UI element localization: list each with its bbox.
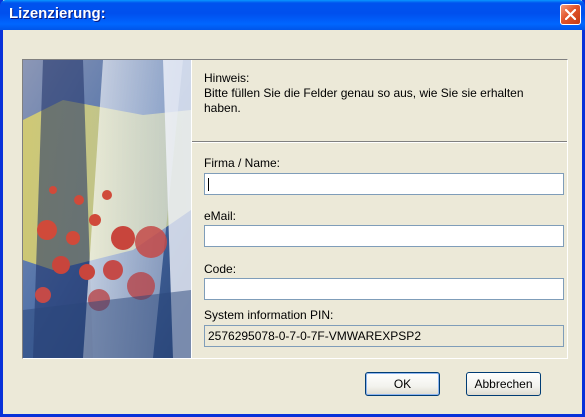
note-text: Bitte füllen Sie die Felder genau so aus… xyxy=(204,86,524,115)
note-title: Hinweis: xyxy=(204,71,250,85)
email-input[interactable] xyxy=(204,225,564,247)
cancel-button[interactable]: Abbrechen xyxy=(466,372,541,396)
code-label: Code: xyxy=(204,262,237,276)
pin-field[interactable]: 2576295078-0-7-0-7F-VMWAREXPSP2 xyxy=(204,325,564,347)
window-title: Lizenzierung: xyxy=(9,5,106,22)
company-input[interactable] xyxy=(204,173,564,195)
text-caret xyxy=(208,178,209,191)
ok-button[interactable]: OK xyxy=(365,372,440,396)
license-panel: Hinweis: Bitte füllen Sie die Felder gen… xyxy=(22,59,568,359)
license-form: Hinweis: Bitte füllen Sie die Felder gen… xyxy=(192,60,567,358)
close-button[interactable] xyxy=(560,4,581,25)
pin-label: System information PIN: xyxy=(204,308,334,322)
close-icon xyxy=(565,9,576,20)
pin-value: 2576295078-0-7-0-7F-VMWAREXPSP2 xyxy=(208,329,421,343)
decorative-artwork-image xyxy=(23,60,191,358)
company-label: Firma / Name: xyxy=(204,156,281,170)
email-label: eMail: xyxy=(204,209,237,223)
note-separator xyxy=(192,142,567,143)
code-input[interactable] xyxy=(204,278,564,300)
license-dialog: Lizenzierung: Hinweis: Bitte füllen Sie … xyxy=(0,0,585,417)
note-section: Hinweis: Bitte füllen Sie die Felder gen… xyxy=(192,60,567,142)
title-bar[interactable]: Lizenzierung: xyxy=(0,0,585,30)
